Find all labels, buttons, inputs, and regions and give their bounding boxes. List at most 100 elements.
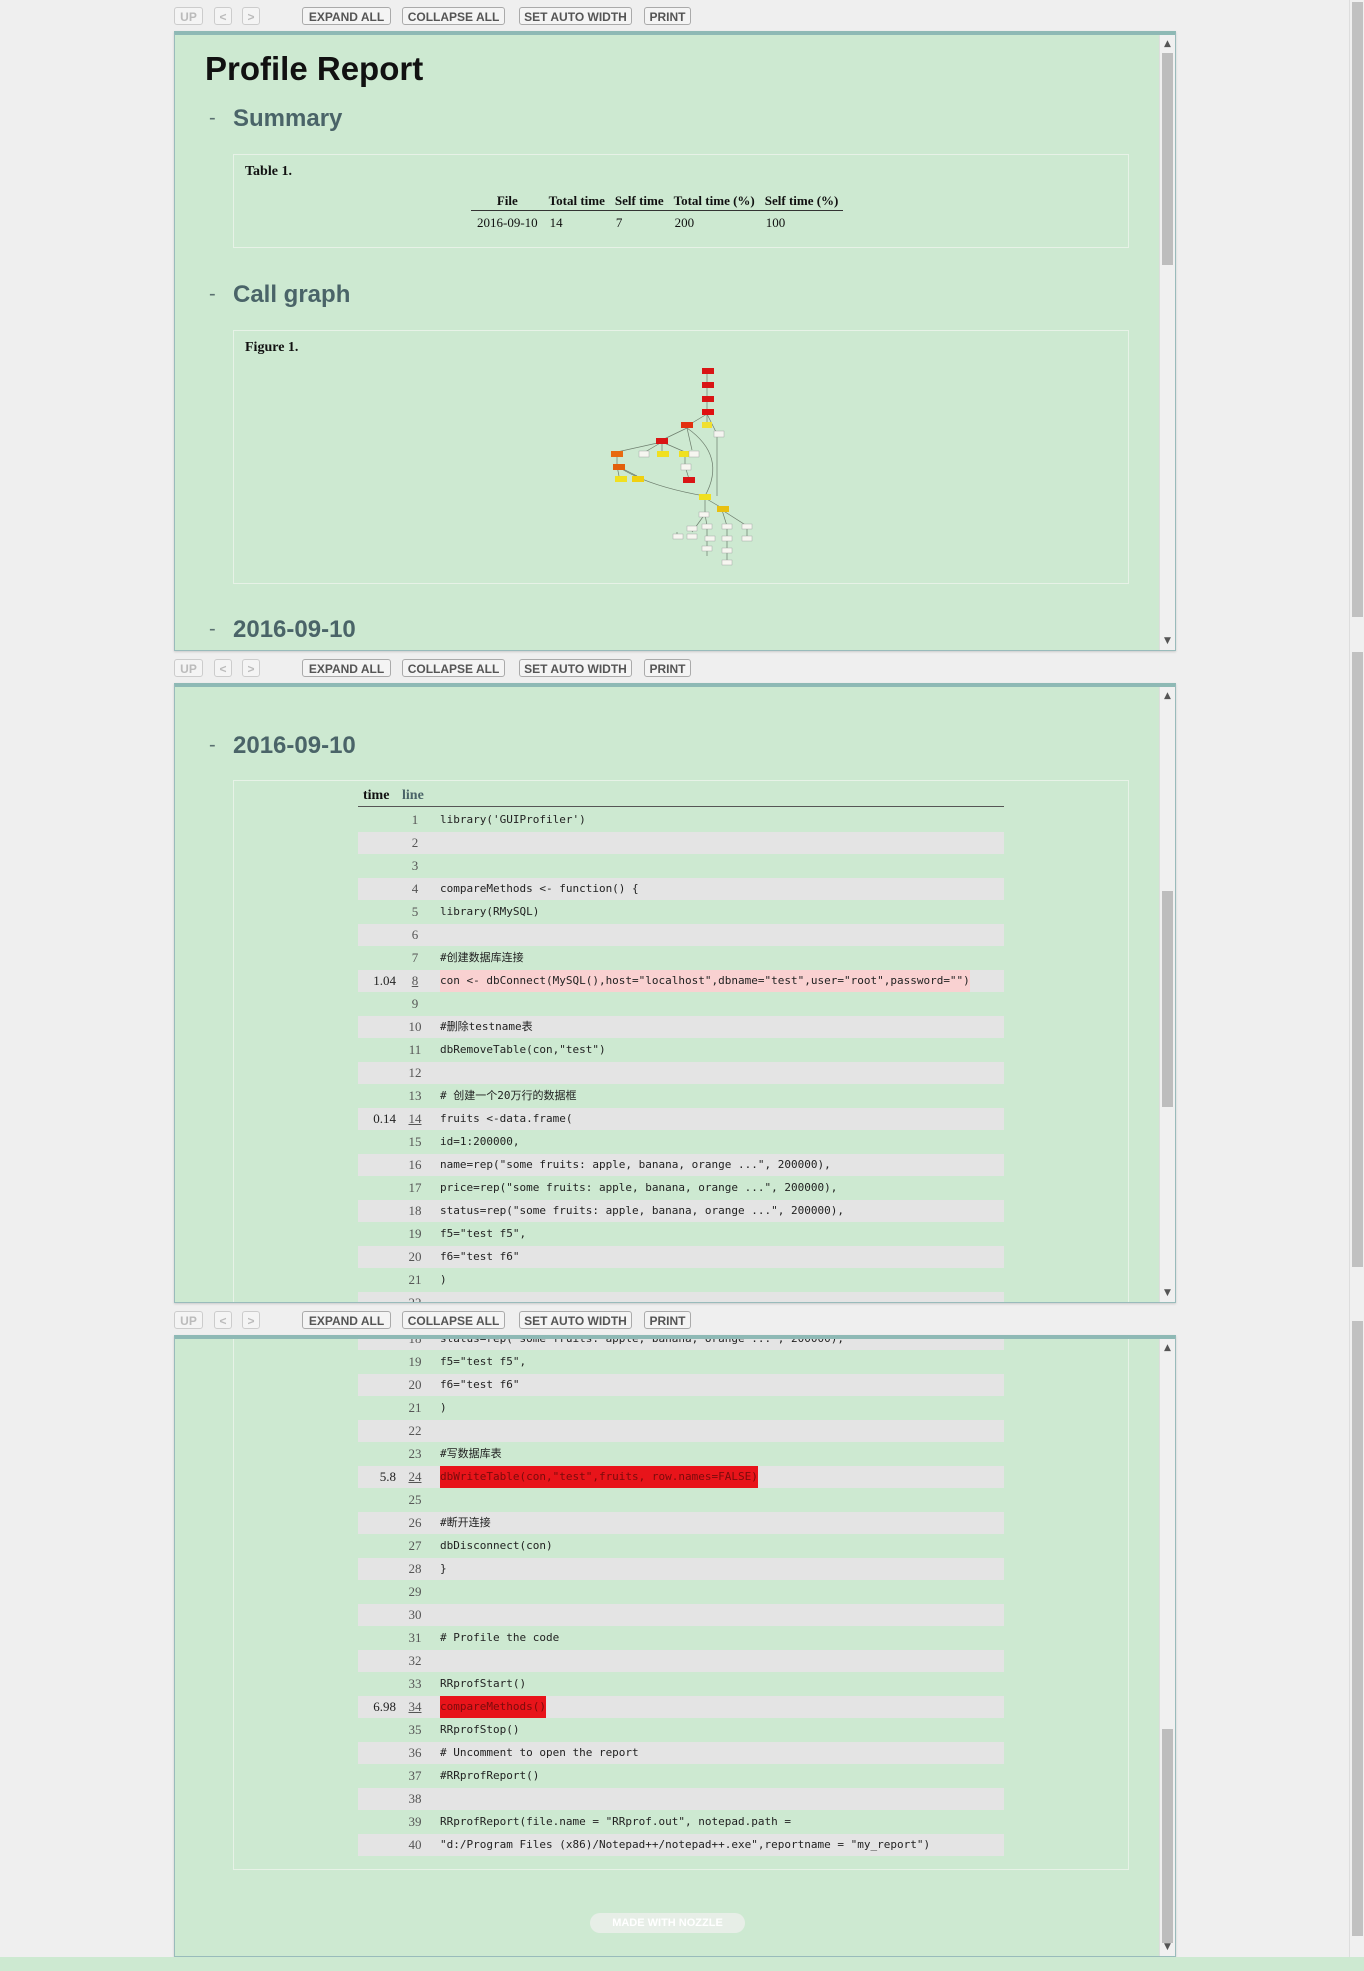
collapse-toggle-callgraph[interactable]: - xyxy=(209,283,216,306)
line-code: library(RMySQL) xyxy=(440,905,540,918)
line-number: 26 xyxy=(408,1515,422,1530)
code-line-row: 32 xyxy=(358,1650,1004,1672)
print-button[interactable]: PRINT xyxy=(644,1311,691,1329)
expand-all-button[interactable]: EXPAND ALL xyxy=(302,1311,391,1329)
line-number: 12 xyxy=(408,1065,422,1080)
line-code: price=rep("some fruits: apple, banana, o… xyxy=(440,1181,838,1194)
line-code: #删除testname表 xyxy=(440,1020,533,1033)
line-number: 25 xyxy=(408,1492,422,1507)
scrollbar[interactable]: ▲ ▼ xyxy=(1159,35,1175,650)
section-title-summary[interactable]: Summary xyxy=(233,105,342,133)
line-code: # 创建一个20万行的数据框 xyxy=(440,1089,577,1102)
code-line-row: 10 #删除testname表 xyxy=(358,1016,1004,1038)
code-line-row: 33 RRprofStart() xyxy=(358,1673,1004,1695)
window-scroll-thumb[interactable] xyxy=(1352,1321,1363,1936)
code-line-row: 5.8 24 dbWriteTable(con,"test",fruits, row… xyxy=(358,1466,1004,1488)
code-line-row: 22 xyxy=(358,1420,1004,1442)
collapse-all-button[interactable]: COLLAPSE ALL xyxy=(402,7,505,25)
line-number: 36 xyxy=(408,1745,422,1760)
code-line-row: 26 #断开连接 xyxy=(358,1512,1004,1534)
code-line-row: 31 # Profile the code xyxy=(358,1627,1004,1649)
up-button[interactable]: UP xyxy=(174,7,203,25)
scroll-thumb[interactable] xyxy=(1162,53,1173,265)
line-number: 20 xyxy=(408,1377,422,1392)
code-line-row: 38 xyxy=(358,1788,1004,1810)
section-title-file[interactable]: 2016-09-10 xyxy=(233,616,356,644)
line-code: dbRemoveTable(con,"test") xyxy=(440,1043,606,1056)
set-auto-width-button[interactable]: SET AUTO WIDTH xyxy=(519,1311,632,1329)
collapse-all-button[interactable]: COLLAPSE ALL xyxy=(402,659,505,677)
line-number: 11 xyxy=(408,1042,422,1057)
scroll-thumb[interactable] xyxy=(1162,1729,1173,1943)
scrollbar[interactable]: ▲ ▼ xyxy=(1159,687,1175,1302)
scroll-up-arrow-icon[interactable]: ▲ xyxy=(1160,689,1175,703)
line-number: 37 xyxy=(408,1768,422,1783)
code-line-row: 18 status=rep("some fruits: apple, banana… xyxy=(358,1200,1004,1222)
code-line-row: 4 compareMethods <- function() { xyxy=(358,878,1004,900)
section-title-callgraph[interactable]: Call graph xyxy=(233,281,350,309)
collapse-toggle-file[interactable]: - xyxy=(209,618,216,641)
line-number: 35 xyxy=(408,1722,422,1737)
code-line-row: 16 name=rep("some fruits: apple, banana, … xyxy=(358,1154,1004,1176)
line-number: 29 xyxy=(408,1584,422,1599)
line-number: 21 xyxy=(408,1400,422,1415)
code-line-row: 6 xyxy=(358,924,1004,946)
up-button[interactable]: UP xyxy=(174,1311,203,1329)
scroll-down-arrow-icon[interactable]: ▼ xyxy=(1160,1286,1175,1300)
scroll-down-arrow-icon[interactable]: ▼ xyxy=(1160,1940,1175,1954)
print-button[interactable]: PRINT xyxy=(644,7,691,25)
code-line-row: 36 # Uncomment to open the report xyxy=(358,1742,1004,1764)
scroll-down-arrow-icon[interactable]: ▼ xyxy=(1160,634,1175,648)
line-number: 5 xyxy=(411,904,419,919)
code-line-row: 39 RRprofReport(file.name = "RRprof.out",… xyxy=(358,1811,1004,1833)
code-line-row: 30 xyxy=(358,1604,1004,1626)
scroll-up-arrow-icon[interactable]: ▲ xyxy=(1160,37,1175,51)
collapse-toggle-summary[interactable]: - xyxy=(209,107,216,130)
set-auto-width-button[interactable]: SET AUTO WIDTH xyxy=(519,7,632,25)
prev-button[interactable]: < xyxy=(214,7,232,25)
set-auto-width-button[interactable]: SET AUTO WIDTH xyxy=(519,659,632,677)
print-button[interactable]: PRINT xyxy=(644,659,691,677)
line-code: ) xyxy=(440,1401,447,1414)
expand-all-button[interactable]: EXPAND ALL xyxy=(302,7,391,25)
line-number: 27 xyxy=(408,1538,422,1553)
window-scroll-thumb[interactable] xyxy=(1352,652,1363,1267)
code-line-row: 37 #RRprofReport() xyxy=(358,1765,1004,1787)
line-number: 39 xyxy=(408,1814,422,1829)
line-number: 40 xyxy=(408,1837,422,1852)
line-number: 15 xyxy=(408,1134,422,1149)
up-button[interactable]: UP xyxy=(174,659,203,677)
line-number[interactable]: 8 xyxy=(400,970,430,992)
line-code: f6="test f6" xyxy=(440,1378,520,1391)
line-code: RRprofStart() xyxy=(440,1677,527,1690)
line-code: #写数据库表 xyxy=(440,1447,502,1460)
line-number[interactable]: 14 xyxy=(400,1108,430,1130)
line-number[interactable]: 34 xyxy=(400,1696,430,1718)
code-line-row: 25 xyxy=(358,1489,1004,1511)
section-title-file[interactable]: 2016-09-10 xyxy=(233,732,356,760)
line-code: "d:/Program Files (x86)/Notepad++/notepa… xyxy=(440,1838,931,1851)
code-line-row: 18 status=rep("some fruits: apple, banana… xyxy=(358,1335,1004,1350)
line-code: con <- dbConnect(MySQL(),host="localhost… xyxy=(440,970,970,992)
scroll-up-arrow-icon[interactable]: ▲ xyxy=(1160,1341,1175,1355)
expand-all-button[interactable]: EXPAND ALL xyxy=(302,659,391,677)
scrollbar[interactable]: ▲ ▼ xyxy=(1159,1339,1175,1956)
window-scrollbar[interactable] xyxy=(1349,0,1364,1957)
line-number[interactable]: 24 xyxy=(400,1466,430,1488)
next-button[interactable]: > xyxy=(242,1311,260,1329)
next-button[interactable]: > xyxy=(242,7,260,25)
next-button[interactable]: > xyxy=(242,659,260,677)
line-code: f6="test f6" xyxy=(440,1250,520,1263)
line-code: #创建数据库连接 xyxy=(440,951,524,964)
code-line-row: 29 xyxy=(358,1581,1004,1603)
prev-button[interactable]: < xyxy=(214,659,232,677)
line-code: status=rep("some fruits: apple, banana, … xyxy=(440,1335,844,1345)
scroll-thumb[interactable] xyxy=(1162,891,1173,1107)
made-with-nozzle-badge[interactable]: MADE WITH NOZZLE xyxy=(590,1913,745,1933)
window-scroll-thumb[interactable] xyxy=(1352,2,1363,617)
collapse-all-button[interactable]: COLLAPSE ALL xyxy=(402,1311,505,1329)
collapse-toggle-file[interactable]: - xyxy=(209,734,216,757)
prev-button[interactable]: < xyxy=(214,1311,232,1329)
line-number: 10 xyxy=(408,1019,422,1034)
line-number: 19 xyxy=(408,1354,422,1369)
